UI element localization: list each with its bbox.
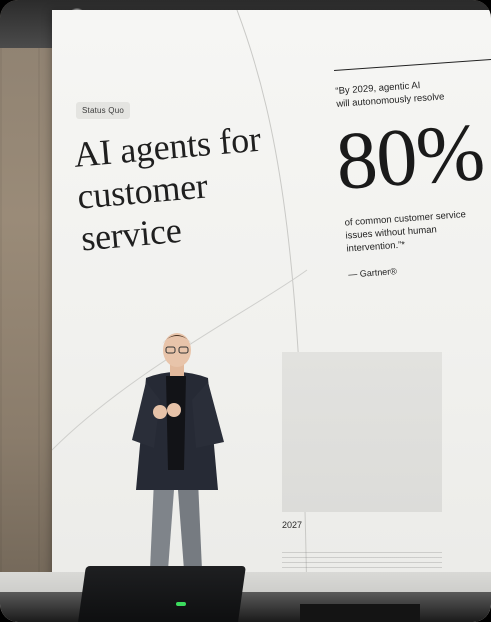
slide-headline: AI agents for customer service (72, 115, 302, 260)
stage-monitor-secondary (300, 604, 420, 622)
big-statistic: 80% (333, 105, 487, 207)
quote-text: “By 2029, agentic AI will autonomously r… (335, 73, 491, 111)
statistic-column: “By 2029, agentic AI will autonomously r… (333, 58, 491, 279)
indicator-light (176, 602, 186, 606)
year-label: 2027 (282, 520, 303, 530)
statistic-description: of common customer service issues withou… (344, 206, 491, 255)
status-tag: Status Quo (76, 102, 131, 119)
presentation-screen: Status Quo AI agents for customer servic… (52, 10, 491, 608)
speaker-figure (132, 333, 224, 574)
photo-frame: Status Quo AI agents for customer servic… (0, 0, 491, 622)
stage-monitor (78, 566, 246, 622)
chart-placeholder-panel (282, 352, 442, 512)
